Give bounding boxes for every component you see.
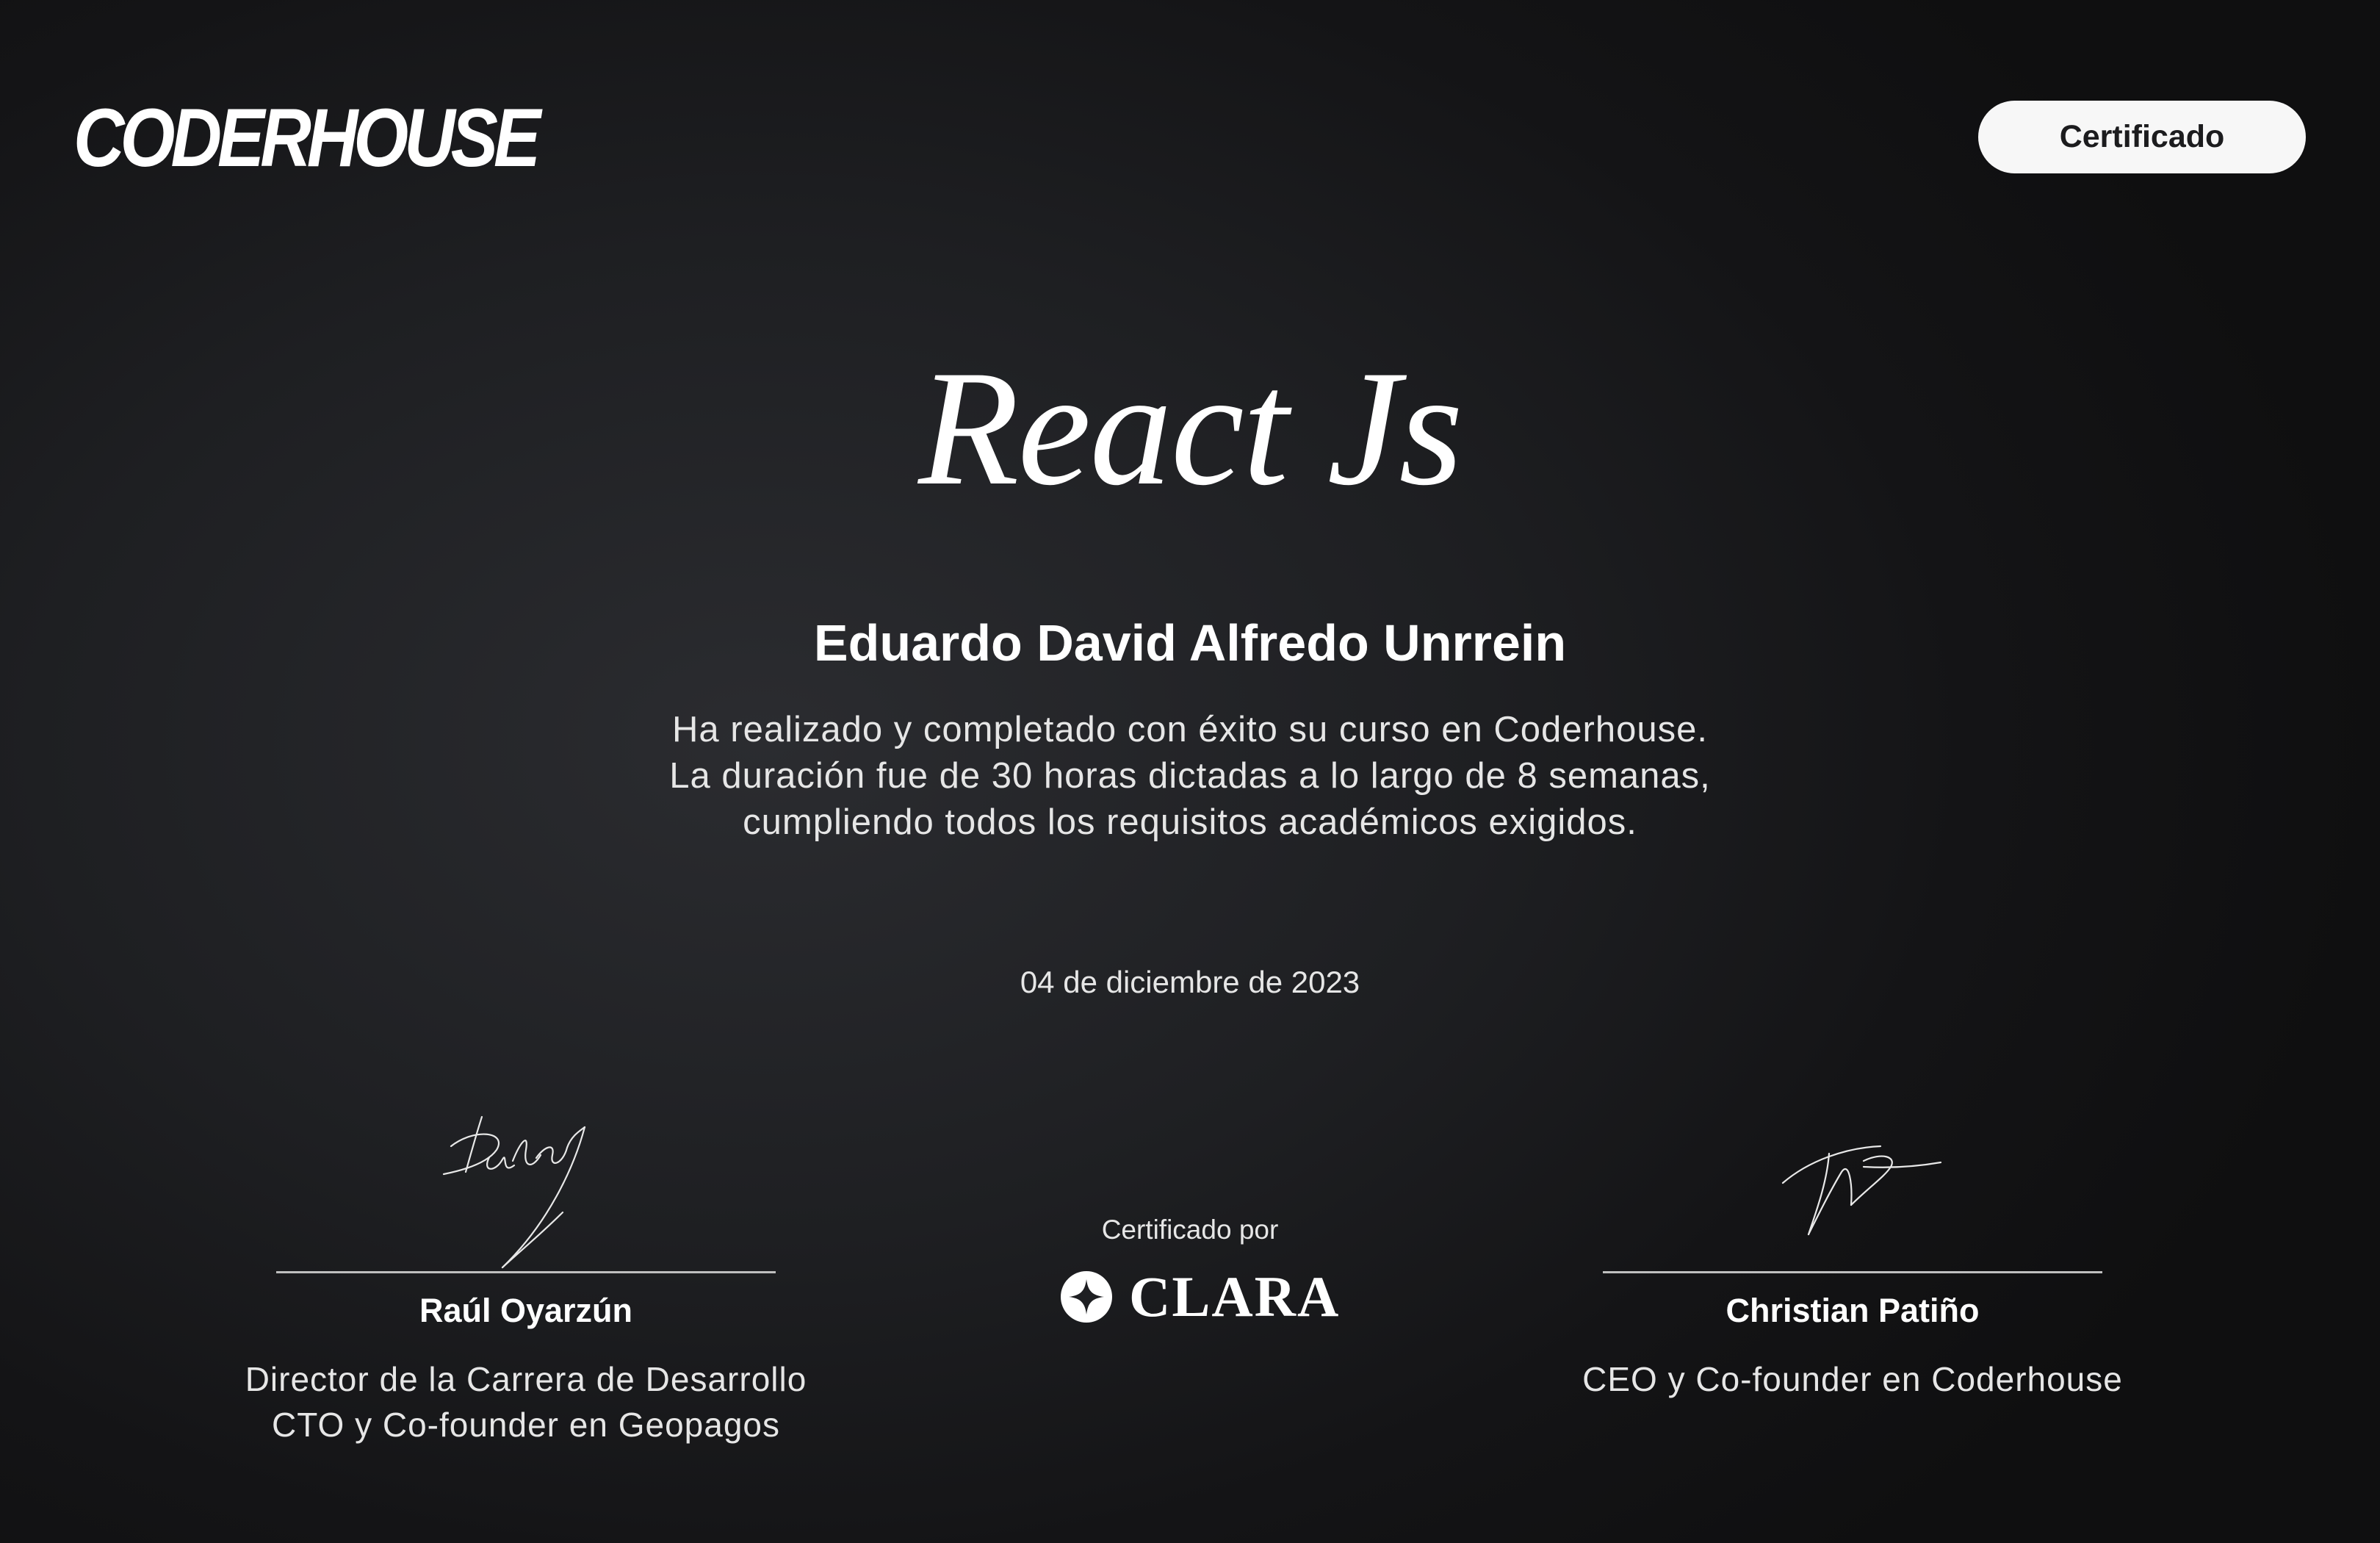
signer-role-line: CTO y Co-founder en Geopagos <box>272 1406 780 1444</box>
signature-christian-patino <box>1781 1145 1942 1236</box>
student-name: Eduardo David Alfredo Unrrein <box>813 614 1567 672</box>
description-line: cumpliendo todos los requisitos académic… <box>743 802 1637 842</box>
course-title: React Js <box>918 336 1463 519</box>
clara-logo: CLARA <box>1060 1267 1340 1326</box>
signer-block-right: Christian Patiño CEO y Co-founder en Cod… <box>1522 1102 2183 1402</box>
clara-wordmark: CLARA <box>1129 1265 1341 1328</box>
signer-role: CEO y Co-founder en Coderhouse <box>1522 1356 2183 1402</box>
signer-role-line: Director de la Carrera de Desarrollo <box>245 1360 807 1398</box>
clara-star-icon <box>1061 1271 1112 1323</box>
completion-description: Ha realizado y completado con éxito su c… <box>0 707 2380 846</box>
signature-raul-oyarzun <box>442 1115 586 1269</box>
signer-name: Raúl Oyarzún <box>419 1292 633 1329</box>
description-line: La duración fue de 30 horas dictadas a l… <box>669 756 1711 796</box>
signer-role-line: CEO y Co-founder en Coderhouse <box>1582 1360 2123 1398</box>
signer-role: Director de la Carrera de Desarrollo CTO… <box>195 1356 857 1447</box>
signature-line <box>1603 1271 2102 1273</box>
coderhouse-logo: CODERHOUSE <box>73 92 541 184</box>
description-line: Ha realizado y completado con éxito su c… <box>672 710 1708 749</box>
signer-block-left: Raúl Oyarzún Director de la Carrera de D… <box>195 1102 857 1447</box>
signature-line <box>276 1271 776 1273</box>
issue-date: 04 de diciembre de 2023 <box>1020 965 1360 999</box>
signer-name: Christian Patiño <box>1726 1292 1980 1329</box>
certificate-badge: Certificado <box>1978 101 2306 173</box>
